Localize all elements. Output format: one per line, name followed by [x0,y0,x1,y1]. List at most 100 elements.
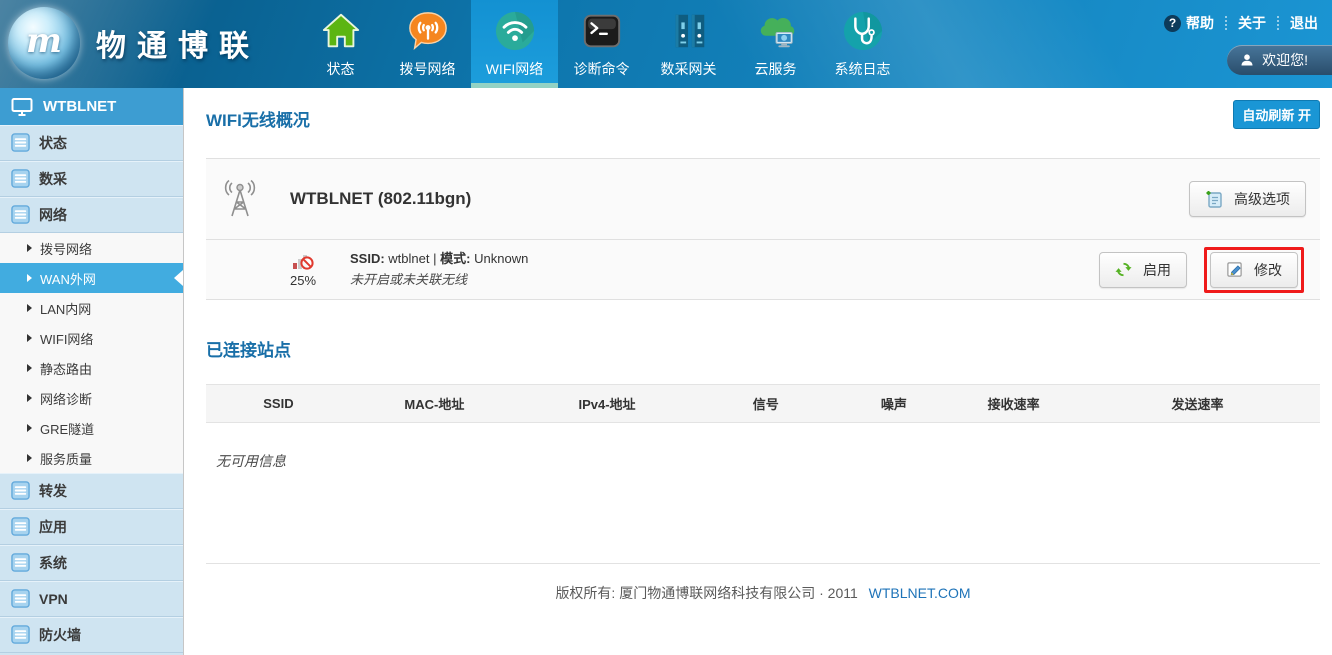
header: m 物通博联 状态 拨号网络 [0,0,1332,88]
table-header-row: SSID MAC-地址 IPv4-地址 信号 噪声 接收速率 发送速率 [206,385,1320,423]
mode-label: 模式: [440,251,470,266]
page-title: WIFI无线概况 [206,106,310,131]
wifi-status-row: 25% SSID: wtblnet | 模式: Unknown 未开启或未关联无… [206,240,1320,299]
mode-value: Unknown [474,251,528,266]
cloud-icon [755,10,797,52]
link-separator [1225,16,1227,30]
sidebar-item-firewall[interactable]: 防火墙 [0,617,183,653]
modify-button[interactable]: 修改 [1210,252,1298,288]
ssid-line: SSID: wtblnet | 模式: Unknown [350,252,528,266]
dialup-icon [407,10,449,52]
nav-tab-diagnostics[interactable]: 诊断命令 [558,0,645,88]
sidebar-item-wifi-network[interactable]: WIFI网络 [0,323,183,353]
copyright-text: 版权所有: 厦门物通博联网络科技有限公司 · 2011 [555,585,857,601]
logout-link[interactable]: 退出 [1290,13,1318,33]
home-icon [320,10,362,52]
device-name: WTBLNET [43,98,116,115]
brand-logo: m 物通博联 [8,7,260,79]
welcome-badge[interactable]: 欢迎您! [1227,45,1332,75]
sidebar-item-network[interactable]: 网络 [0,197,183,233]
ssid-label: SSID: [350,251,385,266]
col-noise: 噪声 [835,385,952,423]
sidebar: WTBLNET 状态 数采 网络 拨号网络 WAN外网 LAN内网 WIF [0,88,184,655]
sidebar-item-network-diagnostics[interactable]: 网络诊断 [0,383,183,413]
arrow-right-icon [27,424,32,432]
signal-indicator: 25% [282,252,324,288]
link-separator [1277,16,1279,30]
syslog-icon [842,10,884,52]
nav-tab-cloud[interactable]: 云服务 [732,0,819,88]
nav-tab-label: 诊断命令 [574,59,630,79]
top-nav: 状态 拨号网络 [297,0,906,88]
nav-tab-gateway[interactable]: 数采网关 [645,0,732,88]
signal-percent: 25% [290,273,316,288]
separator: | [433,251,436,266]
sidebar-item-forwarding[interactable]: 转发 [0,473,183,509]
terminal-icon [581,10,623,52]
nav-tab-wifi[interactable]: WIFI网络 [471,0,558,88]
list-icon [11,517,30,536]
list-icon [11,625,30,644]
arrow-right-icon [27,244,32,252]
empty-table-message: 无可用信息 [216,451,1320,471]
wifi-icon [494,10,536,52]
wifi-status-text: 未开启或未关联无线 [350,273,528,287]
sidebar-item-dialup-network[interactable]: 拨号网络 [0,233,183,263]
wifi-info: SSID: wtblnet | 模式: Unknown 未开启或未关联无线 [350,252,528,287]
antenna-icon [220,178,260,220]
sidebar-item-gre-tunnel[interactable]: GRE隧道 [0,413,183,443]
list-icon [11,133,30,152]
list-icon [11,589,30,608]
advanced-options-button[interactable]: 高级选项 [1189,181,1306,217]
signal-disabled-icon [292,252,314,270]
nav-tab-syslog[interactable]: 系统日志 [819,0,906,88]
nav-tab-label: 拨号网络 [400,59,456,79]
enable-button[interactable]: 启用 [1099,252,1187,288]
sidebar-item-wan[interactable]: WAN外网 [0,263,183,293]
welcome-text: 欢迎您! [1262,50,1308,70]
wifi-panel-header: WTBLNET (802.11bgn) 高级选项 [206,159,1320,240]
monitor-icon [11,97,33,117]
sidebar-item-applications[interactable]: 应用 [0,509,183,545]
auto-refresh-toggle[interactable]: 自动刷新 开 [1233,100,1320,129]
arrow-right-icon [27,364,32,372]
nav-tab-label: 状态 [327,59,355,79]
col-ipv4: IPv4-地址 [518,385,696,423]
nav-tab-label: 数采网关 [661,59,717,79]
wifi-overview-panel: WTBLNET (802.11bgn) 高级选项 [206,158,1320,300]
nav-tab-dialup[interactable]: 拨号网络 [384,0,471,88]
col-rx-rate: 接收速率 [952,385,1075,423]
advanced-options-icon [1205,190,1223,208]
list-icon [11,553,30,572]
sidebar-item-system[interactable]: 系统 [0,545,183,581]
nav-tab-label: WIFI网络 [486,59,544,79]
sidebar-item-vpn[interactable]: VPN [0,581,183,617]
nav-tab-status[interactable]: 状态 [297,0,384,88]
help-link[interactable]: ? 帮助 [1164,13,1214,33]
sidebar-item-status[interactable]: 状态 [0,125,183,161]
list-icon [11,205,30,224]
modify-button-highlight: 修改 [1204,247,1304,293]
user-icon [1240,53,1254,67]
wifi-action-buttons: 启用 修改 [1099,247,1306,293]
ssid-value: wtblnet [388,251,429,266]
sidebar-device-header[interactable]: WTBLNET [0,88,183,125]
about-link[interactable]: 关于 [1238,13,1266,33]
sidebar-item-static-route[interactable]: 静态路由 [0,353,183,383]
arrow-right-icon [27,304,32,312]
header-links: ? 帮助 关于 退出 [1164,13,1318,33]
brand-name: 物通博联 [96,21,260,65]
col-tx-rate: 发送速率 [1075,385,1320,423]
footer-link[interactable]: WTBLNET.COM [869,585,971,601]
arrow-right-icon [27,394,32,402]
router-admin-screen: m 物通博联 状态 拨号网络 [0,0,1332,655]
refresh-icon [1115,261,1132,278]
nav-tab-label: 云服务 [755,59,797,79]
footer: 版权所有: 厦门物通博联网络科技有限公司 · 2011 WTBLNET.COM [206,583,1320,603]
gateway-icon [668,10,710,52]
wifi-network-title: WTBLNET (802.11bgn) [290,189,471,209]
footer-divider [206,563,1320,564]
sidebar-item-data-acquisition[interactable]: 数采 [0,161,183,197]
sidebar-item-lan[interactable]: LAN内网 [0,293,183,323]
sidebar-item-qos[interactable]: 服务质量 [0,443,183,473]
